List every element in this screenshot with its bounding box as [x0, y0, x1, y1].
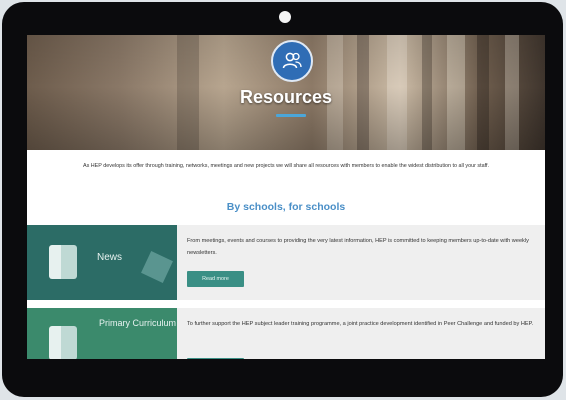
page-title: Resources [239, 87, 333, 107]
primary-curriculum-thumbnail[interactable]: Primary Curriculum [27, 308, 177, 359]
read-more-button[interactable] [187, 358, 244, 359]
resource-card-news: News From meetings, events and courses t… [27, 225, 545, 300]
users-icon [271, 40, 313, 82]
screen: Resources As HEP develops its offer thro… [27, 35, 545, 359]
tablet-frame: Resources As HEP develops its offer thro… [2, 2, 563, 397]
read-more-button[interactable]: Read more [187, 271, 244, 287]
hero-banner: Resources [27, 35, 545, 150]
card-description: From meetings, events and courses to pro… [187, 238, 529, 256]
news-thumbnail[interactable]: News [27, 225, 177, 300]
resource-card-primary-curriculum: Primary Curriculum To further support th… [27, 308, 545, 359]
thumbnail-label: Primary Curriculum [99, 318, 177, 328]
tagline: By schools, for schools [226, 201, 346, 213]
camera-icon [279, 11, 291, 23]
intro-text: As HEP develops its offer through traini… [83, 163, 489, 169]
thumbnail-label: News [97, 252, 123, 263]
title-underline [276, 114, 306, 117]
card-description: To further support the HEP subject leade… [187, 321, 534, 327]
